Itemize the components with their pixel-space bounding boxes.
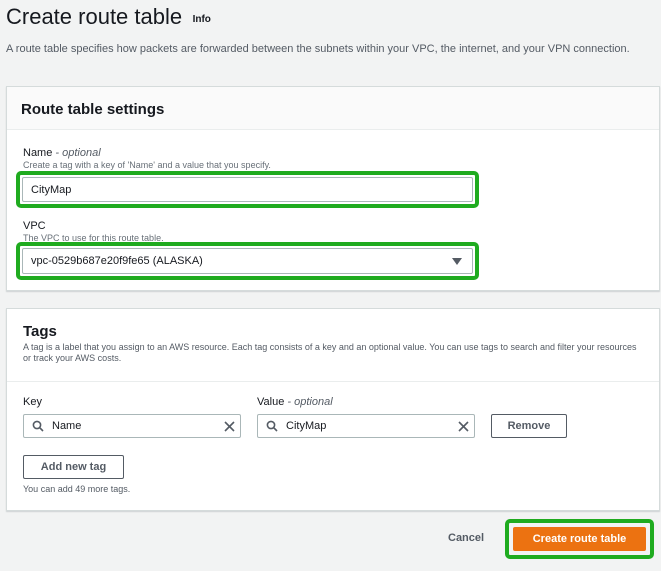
vpc-select-value: vpc-0529b687e20f9fe65 (ALASKA) — [31, 255, 203, 267]
name-input[interactable]: CityMap — [22, 177, 473, 202]
vpc-field-label-group: VPC The VPC to use for this route table. — [23, 220, 164, 243]
tags-panel: Tags A tag is a label that you assign to… — [6, 308, 660, 511]
create-route-table-button[interactable]: Create route table — [513, 527, 646, 551]
tags-divider — [7, 381, 659, 382]
name-optional-label: - optional — [52, 147, 101, 159]
clear-value-icon[interactable] — [452, 420, 474, 432]
vpc-select[interactable]: vpc-0529b687e20f9fe65 (ALASKA) — [22, 248, 473, 274]
tag-key-input[interactable]: Name — [23, 414, 241, 438]
name-hint: Create a tag with a key of 'Name' and a … — [23, 160, 271, 170]
info-link[interactable]: Info — [193, 14, 211, 25]
page-description: A route table specifies how packets are … — [6, 43, 630, 55]
clear-key-icon[interactable] — [218, 420, 240, 432]
search-icon — [24, 420, 52, 432]
add-new-tag-button[interactable]: Add new tag — [23, 455, 124, 479]
settings-panel-header: Route table settings — [7, 87, 659, 130]
key-column-label: Key — [23, 396, 42, 408]
cancel-button[interactable]: Cancel — [448, 532, 484, 544]
tag-key-value: Name — [52, 420, 82, 432]
name-label: Name — [23, 147, 53, 159]
tags-remaining-note: You can add 49 more tags. — [23, 484, 131, 494]
tags-description: A tag is a label that you assign to an A… — [23, 342, 637, 363]
search-icon — [258, 420, 286, 432]
caret-down-icon — [452, 257, 462, 265]
page-title: Create route table — [6, 4, 183, 29]
name-field-label-group: Name - optional Create a tag with a key … — [23, 147, 271, 170]
vpc-label: VPC — [23, 220, 46, 232]
page-header: Create route table Info A route table sp… — [6, 4, 656, 57]
name-input-value: CityMap — [31, 183, 72, 196]
route-table-settings-panel: Route table settings Name - optional Cre… — [6, 86, 660, 291]
tag-value-input[interactable]: CityMap — [257, 414, 475, 438]
value-optional-label: - optional — [284, 396, 333, 408]
tags-panel-header: Tags — [7, 309, 659, 341]
value-column-label: Value - optional — [257, 396, 333, 408]
settings-panel-title: Route table settings — [21, 101, 165, 118]
tags-panel-title: Tags — [23, 323, 57, 340]
value-label: Value — [257, 396, 285, 408]
remove-tag-button[interactable]: Remove — [491, 414, 567, 438]
tag-value-value: CityMap — [286, 420, 327, 432]
